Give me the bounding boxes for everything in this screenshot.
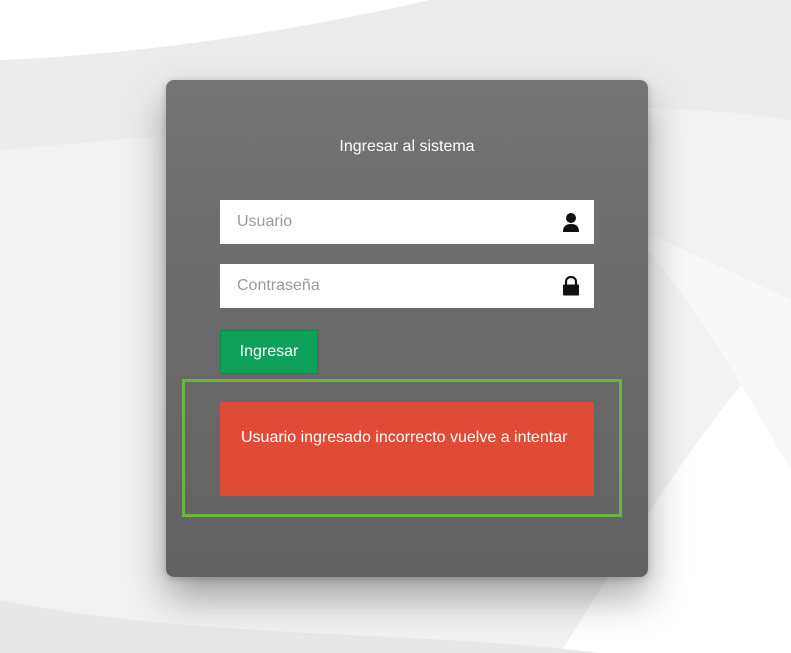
password-input[interactable]	[220, 264, 594, 308]
user-icon	[563, 213, 579, 232]
login-page: Ingresar al sistema Ingresar Usuario ing…	[0, 0, 791, 653]
username-field-wrapper	[220, 200, 594, 244]
password-field-wrapper	[220, 264, 594, 308]
login-panel: Ingresar al sistema Ingresar Usuario ing…	[166, 80, 648, 577]
login-button[interactable]: Ingresar	[220, 330, 318, 374]
error-message: Usuario ingresado incorrecto vuelve a in…	[241, 429, 568, 446]
username-input[interactable]	[220, 200, 594, 244]
lock-icon	[563, 276, 579, 296]
error-alert: Usuario ingresado incorrecto vuelve a in…	[220, 402, 594, 496]
login-title: Ingresar al sistema	[339, 138, 475, 155]
